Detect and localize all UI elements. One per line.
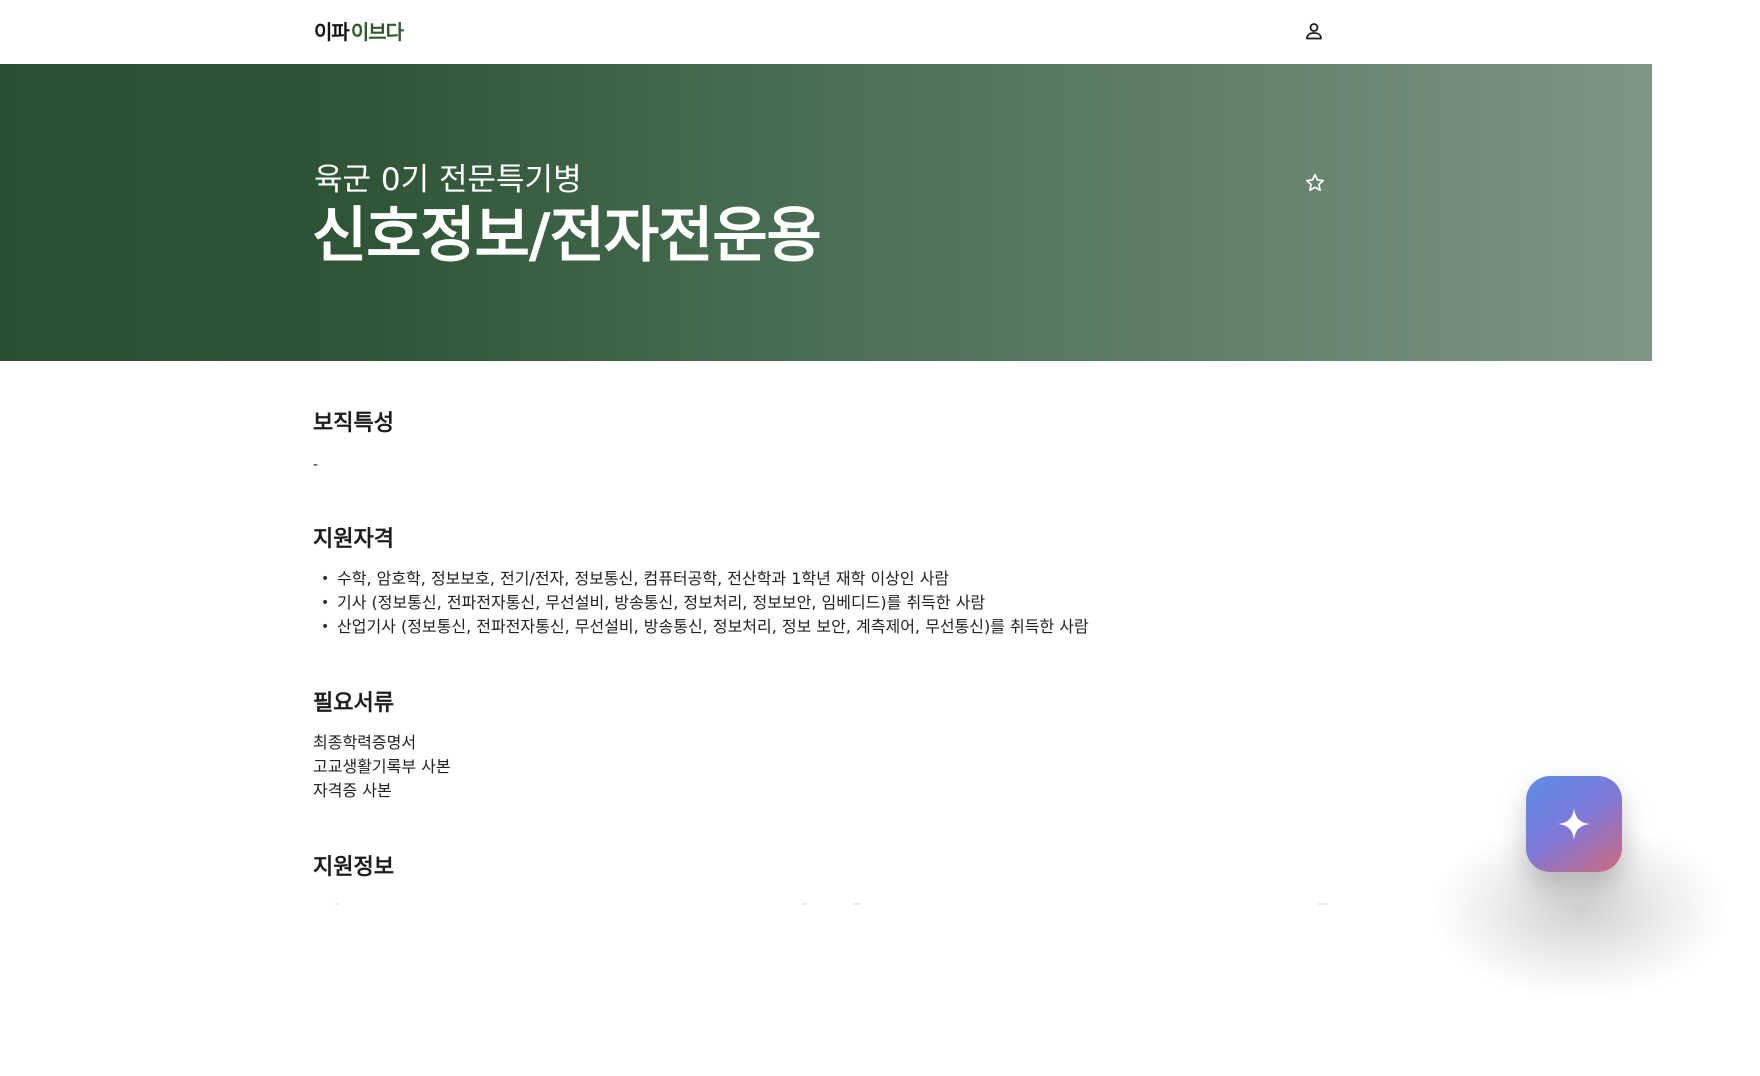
section-heading-apply-info: 지원정보	[313, 855, 394, 880]
hero-subtitle: 육군 0기 전문특기병	[314, 162, 582, 198]
logo-text-dark: 이파	[314, 20, 350, 44]
list-item: 기사 (정보통신, 전파전자통신, 무선설비, 방송통신, 정보처리, 정보보안…	[313, 591, 1343, 615]
logo[interactable]: 이파 이브다	[314, 20, 404, 44]
top-bar: 이파 이브다	[0, 0, 1760, 64]
favorite-star-icon[interactable]	[1302, 170, 1328, 196]
logo-text-green: 이브다	[350, 20, 404, 44]
content-fade	[313, 901, 1343, 913]
list-item: 자격증 사본	[313, 781, 392, 800]
section-eligibility: 지원자격 수학, 암호학, 정보보호, 전기/전자, 정보통신, 컴퓨터공학, …	[313, 525, 1343, 639]
list-item: 산업기사 (정보통신, 전파전자통신, 무선설비, 방송통신, 정보처리, 정보…	[313, 615, 1343, 639]
user-icon-svg	[1306, 23, 1322, 40]
page-title: 신호정보/전자전운용	[312, 201, 822, 271]
section-documents: 필요서류 최종학력증명서 고교생활기록부 사본 자격증 사본	[313, 689, 1343, 803]
list-item: 고교생활기록부 사본	[313, 757, 451, 776]
page: 이파 이브다 육군 0기 전문특기병 신호정보/전자전운용 보직특성 - 지원자…	[0, 0, 1760, 1076]
ai-assistant-button[interactable]	[1526, 776, 1622, 872]
documents-list: 최종학력증명서 고교생활기록부 사본 자격증 사본	[313, 731, 1343, 803]
section-traits: 보직특성 -	[313, 409, 1343, 477]
sparkle-icon	[1558, 808, 1590, 840]
star-outline-icon	[1305, 173, 1325, 192]
list-item: 최종학력증명서	[313, 733, 417, 752]
hero-banner: 육군 0기 전문특기병 신호정보/전자전운용	[0, 64, 1652, 361]
list-item: 수학, 암호학, 정보보호, 전기/전자, 정보통신, 컴퓨터공학, 전산학과 …	[313, 567, 1343, 591]
user-icon[interactable]	[1301, 18, 1327, 44]
section-apply-info: 지원정보	[313, 853, 1343, 883]
section-heading-traits: 보직특성	[313, 411, 394, 436]
eligibility-list: 수학, 암호학, 정보보호, 전기/전자, 정보통신, 컴퓨터공학, 전산학과 …	[313, 567, 1343, 639]
section-heading-documents: 필요서류	[313, 691, 394, 716]
section-heading-eligibility: 지원자격	[313, 527, 394, 552]
traits-text: -	[313, 457, 319, 473]
